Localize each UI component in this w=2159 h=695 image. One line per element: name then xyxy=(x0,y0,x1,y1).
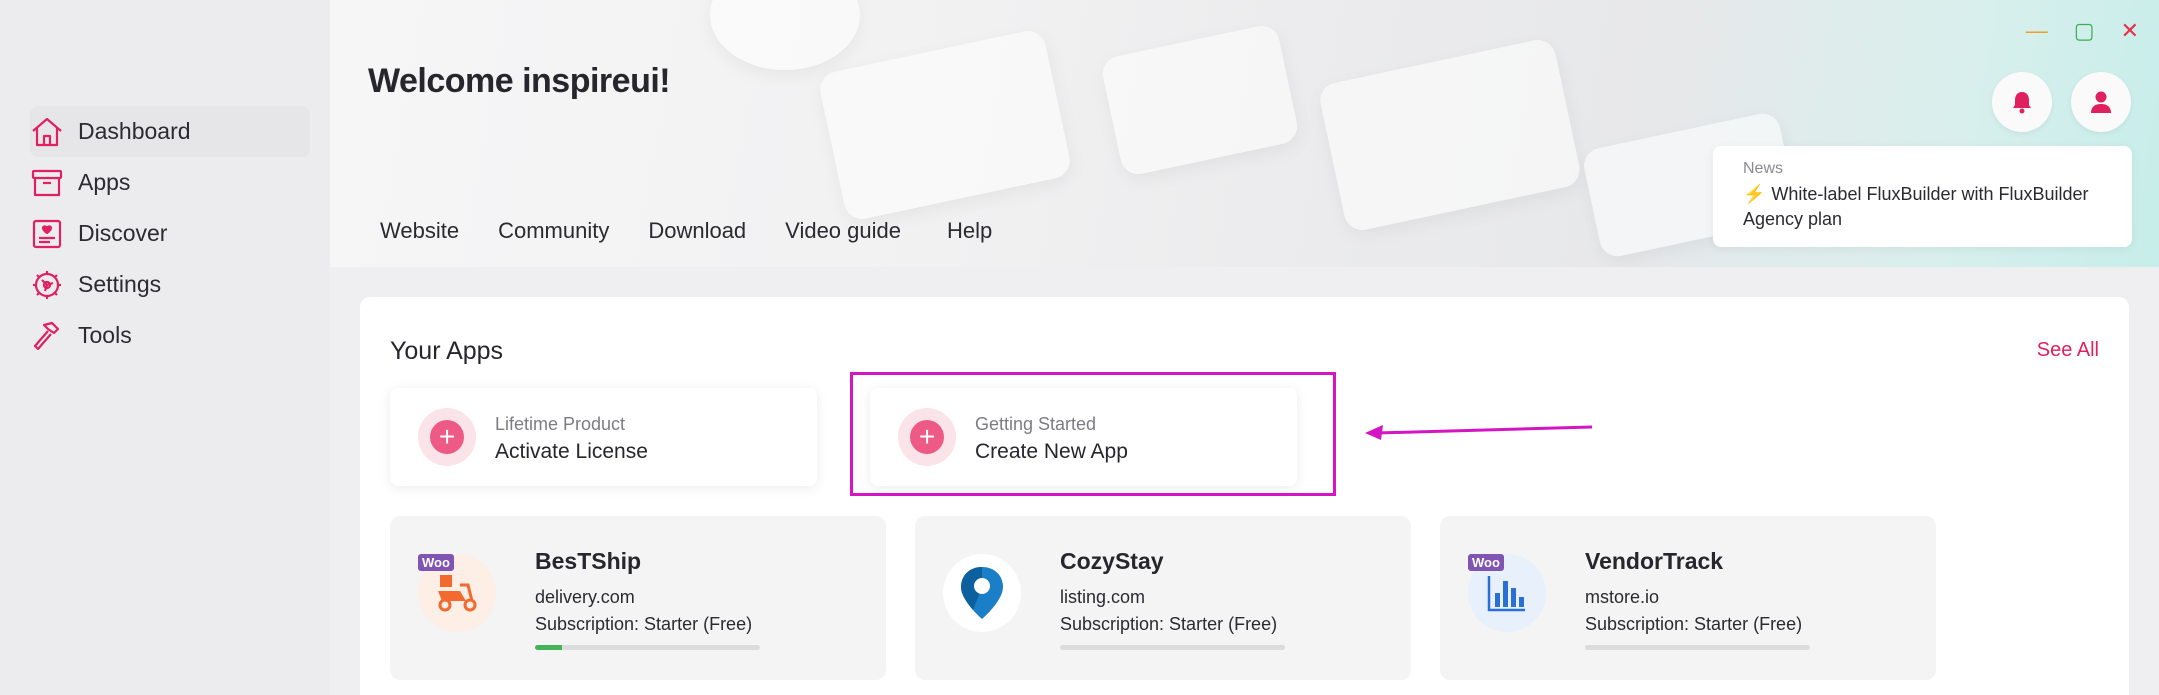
link-video-guide[interactable]: Video guide xyxy=(785,218,901,244)
link-download[interactable]: Download xyxy=(648,218,746,244)
app-name: VendorTrack xyxy=(1585,548,1724,574)
decorative-keycap xyxy=(1317,36,1583,234)
news-card[interactable]: News ⚡ White-label FluxBuilder with FluxB… xyxy=(1713,146,2132,247)
subscription-progress xyxy=(1060,645,1285,650)
highlight-box xyxy=(850,372,1336,496)
link-help[interactable]: Help xyxy=(947,218,992,244)
decorative-keycap xyxy=(816,27,1074,223)
news-text: White-label FluxBuilder with FluxBuilder… xyxy=(1743,184,2089,229)
page-title: Welcome inspireui! xyxy=(368,62,671,100)
sidebar-item-label: Discover xyxy=(78,220,168,246)
see-all-link[interactable]: See All xyxy=(2037,339,2099,362)
sidebar-item-discover[interactable]: Discover xyxy=(30,208,310,259)
woo-badge: Woo xyxy=(1468,554,1504,571)
your-apps-panel: Your Apps See All + Lifetime Product Act… xyxy=(360,297,2129,695)
sidebar-item-dashboard[interactable]: Dashboard xyxy=(30,106,310,157)
app-domain: delivery.com xyxy=(535,587,635,607)
map-pin-logo xyxy=(943,554,1021,632)
bell-icon xyxy=(2013,92,2031,114)
sidebar-item-label: Settings xyxy=(78,271,162,297)
hammer-icon xyxy=(33,321,60,350)
news-body: ⚡ White-label FluxBuilder with FluxBuilde… xyxy=(1743,182,2102,232)
plus-icon: + xyxy=(418,408,476,466)
maximize-button[interactable]: ▢ xyxy=(2074,18,2095,44)
header-links: Website Community Download Video guide H… xyxy=(380,218,1031,244)
news-label: News xyxy=(1743,160,1784,177)
notifications-button[interactable] xyxy=(1992,72,2052,132)
app-subscription: Subscription: Starter (Free) xyxy=(535,614,753,634)
activate-license-card[interactable]: + Lifetime Product Activate License xyxy=(390,388,817,486)
app-subscription: Subscription: Starter (Free) xyxy=(1585,614,1803,634)
sidebar-item-tools[interactable]: Tools xyxy=(30,310,310,361)
app-card-vendortrack[interactable]: Woo VendorTrack mstore.io Subscription: … xyxy=(1440,516,1936,680)
section-title: Your Apps xyxy=(390,337,504,365)
subscription-progress xyxy=(535,645,760,650)
user-icon xyxy=(2091,91,2111,113)
app-domain: mstore.io xyxy=(1585,587,1660,607)
home-icon xyxy=(32,117,62,146)
close-button[interactable]: ✕ xyxy=(2121,18,2139,44)
sidebar-item-label: Apps xyxy=(78,169,131,195)
sidebar: Dashboard Apps Discover Settings Tools xyxy=(0,0,330,695)
woo-badge: Woo xyxy=(418,554,454,571)
sidebar-item-label: Tools xyxy=(78,322,132,348)
app-card-bestship[interactable]: Woo BesTShip delivery.com Subscription: … xyxy=(390,516,886,680)
sidebar-item-label: Dashboard xyxy=(78,118,191,144)
sidebar-item-settings[interactable]: Settings xyxy=(30,259,310,310)
sidebar-item-apps[interactable]: Apps xyxy=(30,157,310,208)
app-card-cozystay[interactable]: CozyStay listing.com Subscription: Start… xyxy=(915,516,1411,680)
archive-box-icon xyxy=(31,169,63,196)
gear-icon xyxy=(33,270,61,299)
decorative-wheel xyxy=(710,0,860,70)
app-subscription: Subscription: Starter (Free) xyxy=(1060,614,1278,634)
link-community[interactable]: Community xyxy=(498,218,609,244)
decorative-keycap xyxy=(1099,22,1301,178)
card-title: Activate License xyxy=(495,440,648,463)
link-website[interactable]: Website xyxy=(380,218,459,244)
arrow-annotation xyxy=(1365,425,1593,440)
app-name: BesTShip xyxy=(535,548,642,574)
lightning-icon: ⚡ xyxy=(1743,184,1766,204)
sidebar-nav: Dashboard Apps Discover Settings Tools xyxy=(30,106,310,361)
app-name: CozyStay xyxy=(1060,548,1164,574)
app-domain: listing.com xyxy=(1060,587,1146,607)
progress-fill xyxy=(535,645,562,650)
card-subtitle: Lifetime Product xyxy=(495,414,626,434)
subscription-progress xyxy=(1585,645,1810,650)
discover-card-icon xyxy=(32,219,62,248)
profile-button[interactable] xyxy=(2071,72,2131,132)
window-controls: — ▢ ✕ xyxy=(2026,18,2139,44)
minimize-button[interactable]: — xyxy=(2026,18,2048,44)
